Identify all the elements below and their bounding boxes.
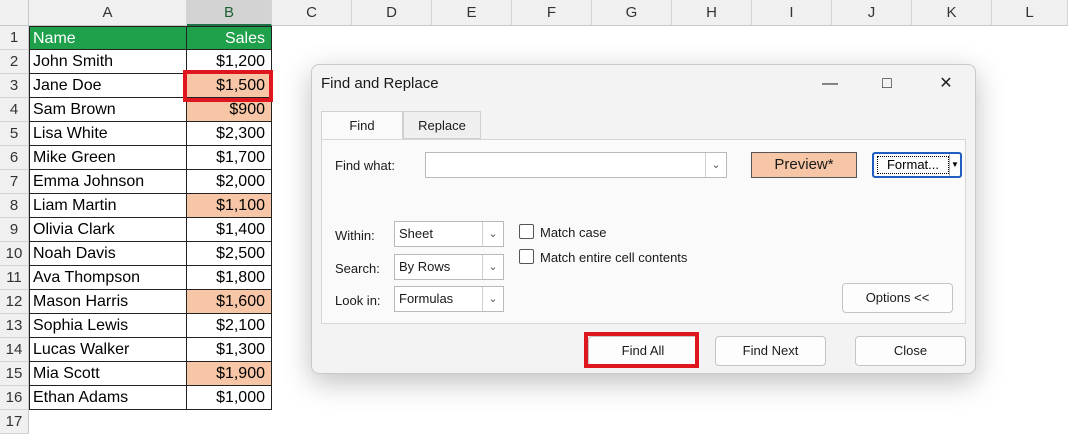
name-cell[interactable]: Olivia Clark bbox=[29, 218, 187, 242]
chevron-down-icon[interactable]: ⌄ bbox=[482, 222, 503, 246]
row-header-12[interactable]: 12 bbox=[0, 290, 29, 314]
row-header-13[interactable]: 13 bbox=[0, 314, 29, 338]
maximize-icon[interactable]: □ bbox=[874, 73, 900, 95]
row-header-7[interactable]: 7 bbox=[0, 170, 29, 194]
name-cell[interactable]: Sophia Lewis bbox=[29, 314, 187, 338]
find-next-button[interactable]: Find Next bbox=[715, 336, 826, 366]
column-header-h[interactable]: H bbox=[672, 0, 752, 26]
header-cell-name[interactable]: Name bbox=[29, 26, 187, 50]
name-cell[interactable]: Sam Brown bbox=[29, 98, 187, 122]
find-replace-dialog: Find and Replace — □ ✕ Find Replace Find… bbox=[311, 64, 976, 374]
column-header-e[interactable]: E bbox=[432, 0, 512, 26]
sales-cell[interactable]: $2,300 bbox=[187, 122, 272, 146]
selected-cell-highlight bbox=[183, 70, 273, 102]
row-header-16[interactable]: 16 bbox=[0, 386, 29, 410]
sales-cell[interactable]: $1,400 bbox=[187, 218, 272, 242]
sales-cell[interactable]: $2,000 bbox=[187, 170, 272, 194]
column-header-i[interactable]: I bbox=[752, 0, 832, 26]
sales-cell[interactable]: $1,000 bbox=[187, 386, 272, 410]
name-cell[interactable]: Mike Green bbox=[29, 146, 187, 170]
format-dropdown-icon[interactable]: ▼ bbox=[949, 154, 960, 176]
sales-cell[interactable]: $1,800 bbox=[187, 266, 272, 290]
tab-find[interactable]: Find bbox=[321, 111, 403, 141]
find-all-callout bbox=[584, 332, 699, 368]
format-button-label: Format... bbox=[877, 156, 949, 174]
options-button[interactable]: Options << bbox=[842, 283, 953, 313]
minimize-icon[interactable]: — bbox=[817, 73, 843, 95]
sales-cell[interactable]: $2,100 bbox=[187, 314, 272, 338]
within-label: Within: bbox=[335, 228, 375, 243]
chevron-down-icon[interactable]: ⌄ bbox=[482, 255, 503, 279]
format-preview: Preview* bbox=[751, 152, 857, 178]
lookin-label: Look in: bbox=[335, 293, 381, 308]
row-header-5[interactable]: 5 bbox=[0, 122, 29, 146]
row-header-17[interactable]: 17 bbox=[0, 410, 29, 434]
tab-replace[interactable]: Replace bbox=[403, 111, 481, 139]
row-header-14[interactable]: 14 bbox=[0, 338, 29, 362]
name-cell[interactable]: Emma Johnson bbox=[29, 170, 187, 194]
column-header-c[interactable]: C bbox=[272, 0, 352, 26]
name-cell[interactable]: Liam Martin bbox=[29, 194, 187, 218]
name-cell[interactable]: Mia Scott bbox=[29, 362, 187, 386]
name-cell[interactable]: Lucas Walker bbox=[29, 338, 187, 362]
within-value: Sheet bbox=[399, 226, 433, 241]
dialog-title: Find and Replace bbox=[321, 75, 439, 92]
column-header-g[interactable]: G bbox=[592, 0, 672, 26]
row-header-2[interactable]: 2 bbox=[0, 50, 29, 74]
column-header-k[interactable]: K bbox=[912, 0, 992, 26]
sales-cell[interactable]: $1,100 bbox=[187, 194, 272, 218]
name-cell[interactable]: Ava Thompson bbox=[29, 266, 187, 290]
column-header-d[interactable]: D bbox=[352, 0, 432, 26]
column-header-a[interactable]: A bbox=[29, 0, 187, 26]
header-cell-sales[interactable]: Sales bbox=[187, 26, 272, 50]
close-icon[interactable]: ✕ bbox=[933, 73, 959, 95]
column-header-f[interactable]: F bbox=[512, 0, 592, 26]
find-panel: Find what: ⌄ Preview* Format... ▼ Within… bbox=[321, 139, 966, 324]
find-what-input[interactable]: ⌄ bbox=[425, 152, 727, 178]
row-header-10[interactable]: 10 bbox=[0, 242, 29, 266]
match-entire-checkbox[interactable] bbox=[519, 249, 534, 264]
column-header-l[interactable]: L bbox=[992, 0, 1068, 26]
name-cell[interactable]: Jane Doe bbox=[29, 74, 187, 98]
match-entire-label: Match entire cell contents bbox=[540, 250, 688, 265]
sales-cell[interactable]: $1,700 bbox=[187, 146, 272, 170]
sales-cell[interactable]: $1,600 bbox=[187, 290, 272, 314]
search-select[interactable]: By Rows ⌄ bbox=[394, 254, 504, 280]
row-header-6[interactable]: 6 bbox=[0, 146, 29, 170]
name-cell[interactable]: Noah Davis bbox=[29, 242, 187, 266]
column-header-j[interactable]: J bbox=[832, 0, 912, 26]
format-button[interactable]: Format... ▼ bbox=[872, 152, 962, 178]
row-header-11[interactable]: 11 bbox=[0, 266, 29, 290]
row-header-15[interactable]: 15 bbox=[0, 362, 29, 386]
column-header-b[interactable]: B bbox=[187, 0, 272, 26]
name-cell[interactable]: Mason Harris bbox=[29, 290, 187, 314]
row-header-8[interactable]: 8 bbox=[0, 194, 29, 218]
name-cell[interactable]: Lisa White bbox=[29, 122, 187, 146]
sales-cell[interactable]: $2,500 bbox=[187, 242, 272, 266]
close-button[interactable]: Close bbox=[855, 336, 966, 366]
name-cell[interactable]: John Smith bbox=[29, 50, 187, 74]
search-value: By Rows bbox=[399, 259, 451, 274]
sales-cell[interactable]: $1,300 bbox=[187, 338, 272, 362]
within-select[interactable]: Sheet ⌄ bbox=[394, 221, 504, 247]
row-header-1[interactable]: 1 bbox=[0, 26, 29, 50]
search-label: Search: bbox=[335, 261, 380, 276]
match-case-checkbox[interactable] bbox=[519, 224, 534, 239]
sales-cell[interactable]: $1,900 bbox=[187, 362, 272, 386]
chevron-down-icon[interactable]: ⌄ bbox=[705, 153, 726, 177]
chevron-down-icon[interactable]: ⌄ bbox=[482, 287, 503, 311]
lookin-value: Formulas bbox=[399, 291, 454, 306]
name-cell[interactable]: Ethan Adams bbox=[29, 386, 187, 410]
match-case-label: Match case bbox=[540, 225, 607, 240]
lookin-select[interactable]: Formulas ⌄ bbox=[394, 286, 504, 312]
row-header-3[interactable]: 3 bbox=[0, 74, 29, 98]
find-what-label: Find what: bbox=[335, 158, 395, 173]
row-header-4[interactable]: 4 bbox=[0, 98, 29, 122]
select-all-corner[interactable] bbox=[0, 0, 29, 26]
row-header-9[interactable]: 9 bbox=[0, 218, 29, 242]
